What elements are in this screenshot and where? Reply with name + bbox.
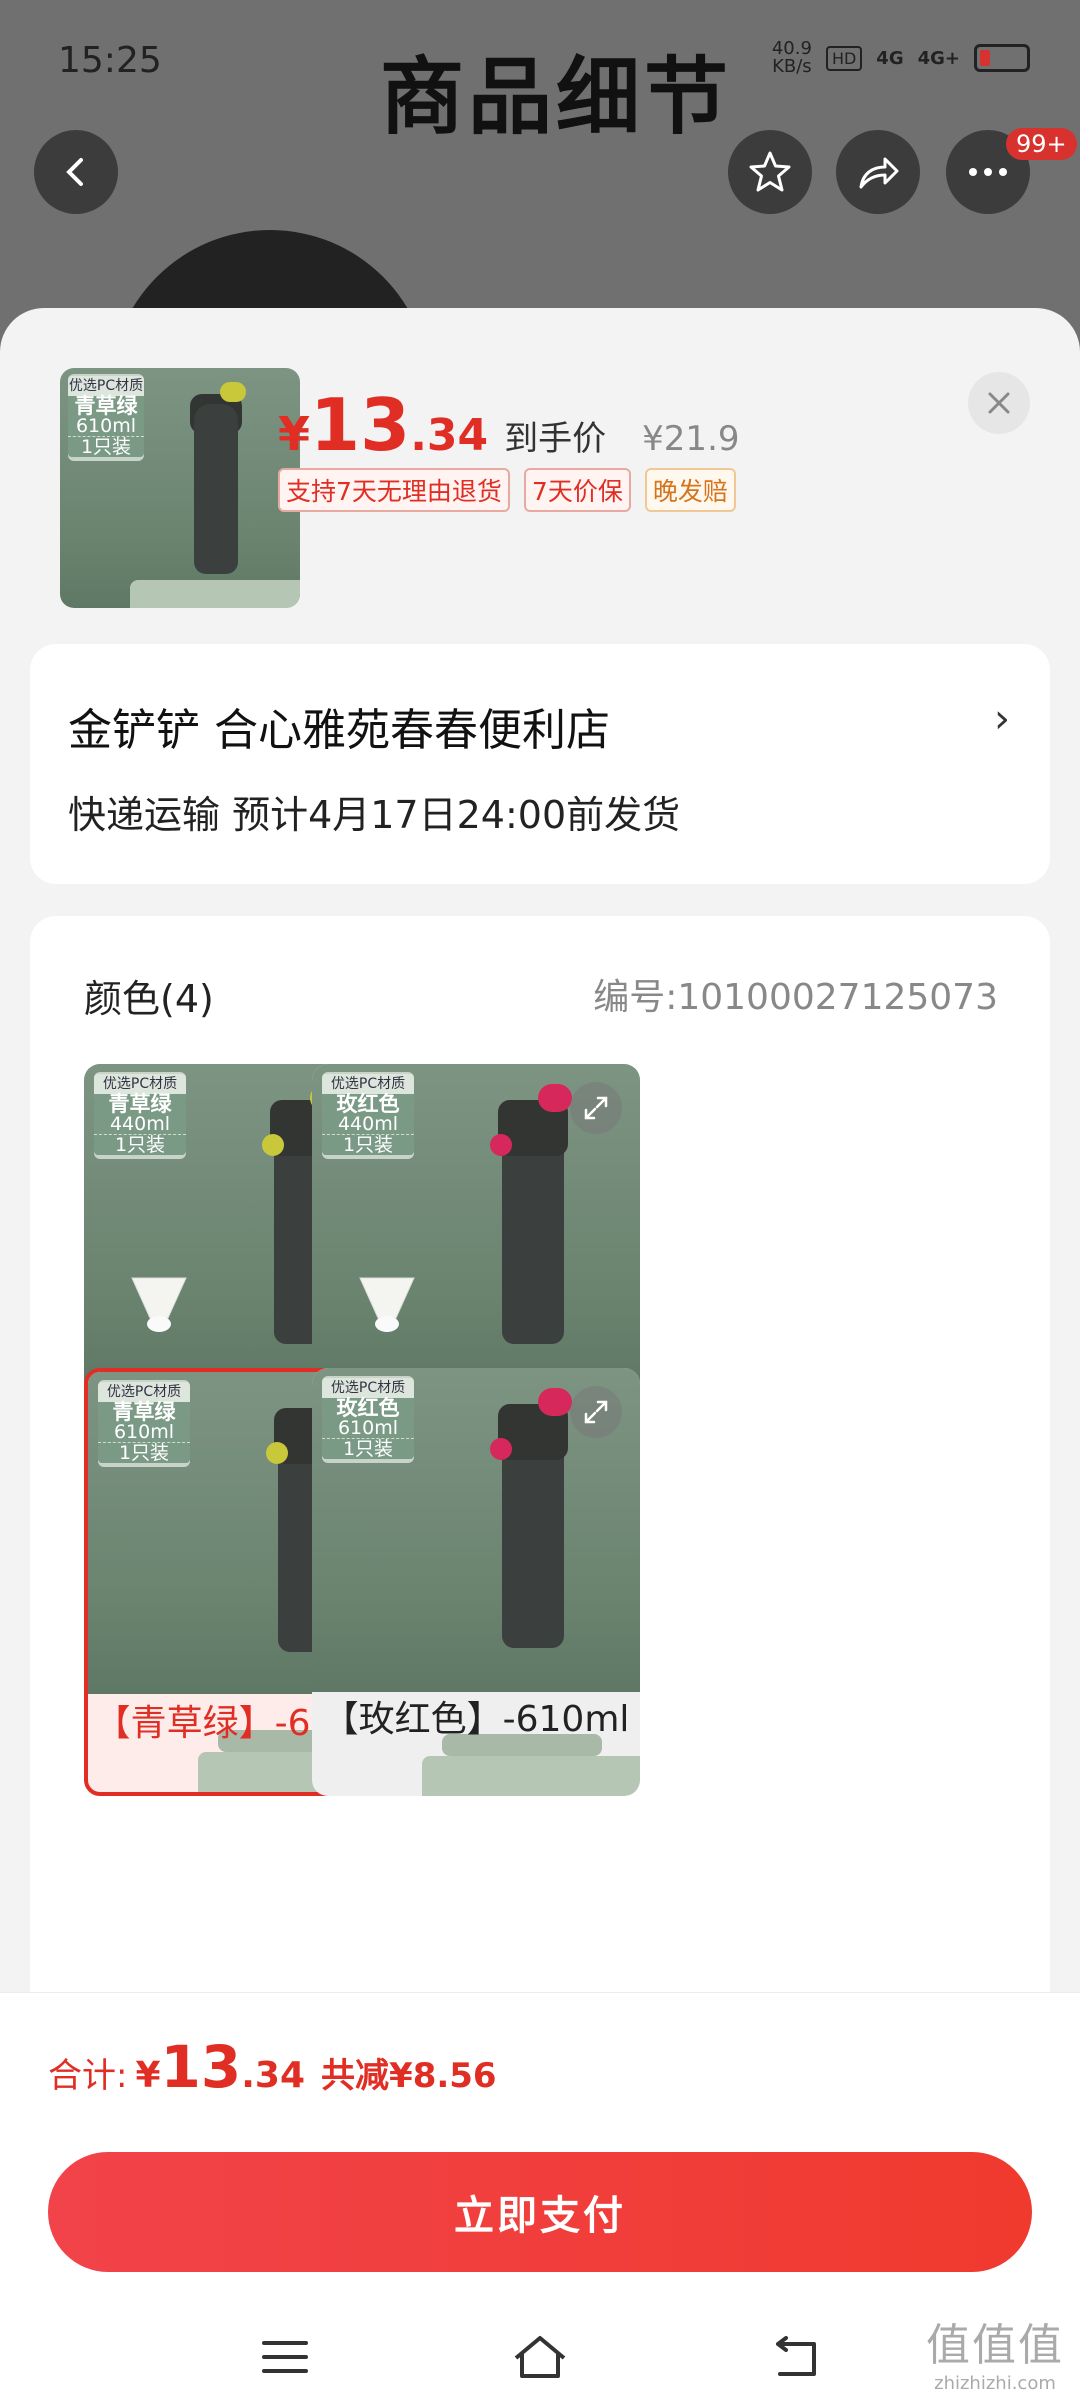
option-badge: 优选PC材质 青草绿 610ml 1只装 [98,1380,190,1467]
menu-icon[interactable] [260,2337,310,2377]
shop-name: 金铲铲 合心雅苑春春便利店 [68,705,610,756]
battery-icon [974,44,1030,72]
option-badge: 优选PC材质 玫红色 440ml 1只装 [322,1072,414,1159]
price-label: 到手价 [504,419,607,459]
option-label: 【玫红色】-610ml [322,1699,630,1740]
home-icon[interactable] [510,2332,570,2382]
system-nav-bar [0,2312,1080,2400]
bottle-cap-icon [220,382,246,402]
signal-4g-icon: 4G [876,47,904,69]
chevron-left-icon [66,158,83,186]
bottle-image [194,404,238,574]
bottle-button-icon [490,1134,512,1156]
pay-area: 立即支付 值值值 zhizhizhi.com [0,2122,1080,2400]
chevron-right-icon: › [994,696,1010,742]
share-button[interactable] [836,130,920,214]
watermark: 值值值 zhizhizhi.com [926,2320,1064,2394]
price: ¥ 13 .34 到手价 ¥21.9 [278,383,740,467]
color-option-4[interactable]: 优选PC材质 玫红色 610ml 1只装【玫红色】-610ml [312,1368,640,1796]
expand-icon[interactable] [570,1082,622,1134]
favorite-button[interactable] [728,130,812,214]
delivery-info: 快递运输 预计4月17日24:00前发货 [68,793,681,837]
close-button[interactable] [968,372,1030,434]
notification-badge: 99+ [1006,128,1077,160]
background-page: 15:25 商品细节 40.9 KB/s HD 4G 4G+ 99+ [0,0,1080,390]
service-tags: 支持7天无理由退货 7天价保 晚发赔 [278,468,736,512]
bottle-cap-icon [538,1084,572,1112]
shop-card[interactable]: 金铲铲 合心雅苑春春便利店 › 快递运输 预计4月17日24:00前发货 [30,644,1050,884]
tag-late-compensation: 晚发赔 [644,468,736,512]
signal-4gplus-icon: 4G+ [917,47,960,69]
thumb-badge: 优选PC材质 青草绿 610ml 1只装 [68,374,144,461]
pay-now-button[interactable]: 立即支付 [48,2152,1032,2272]
tag-return: 支持7天无理由退货 [278,468,510,512]
status-indicators: 40.9 KB/s HD 4G 4G+ [772,40,1030,76]
more-dots-icon [969,168,1007,176]
bottle-button-icon [262,1134,284,1156]
back-button[interactable] [34,130,118,214]
total-bar: 合计: ¥ 13 .34 共减¥8.56 [0,1992,1080,2122]
share-icon [859,157,899,189]
expand-icon[interactable] [570,1386,622,1438]
savings: 共减¥8.56 [321,2056,497,2096]
page-title: 商品细节 [380,48,733,146]
sku-number: 编号:10100027125073 [593,977,998,1018]
product-thumbnail: 优选PC材质 青草绿 610ml 1只装 [60,368,300,608]
total-price: 合计: ¥ 13 .34 共减¥8.56 [48,2033,497,2101]
sku-selector-sheet: 优选PC材质 青草绿 610ml 1只装 ¥ 13 .34 到手价 ¥21.9 … [0,308,1080,2400]
bottle-cap-icon [538,1388,572,1416]
option-badge: 优选PC材质 青草绿 440ml 1只装 [94,1072,186,1159]
net-speed: 40.9 KB/s [771,38,812,77]
hd-icon: HD [825,45,863,71]
bottle-button-icon [266,1442,288,1464]
bottle-button-icon [490,1438,512,1460]
shuttlecock-icon [124,1274,194,1334]
option-badge: 优选PC材质 玫红色 610ml 1只装 [322,1376,414,1463]
status-time: 15:25 [58,40,162,81]
color-title: 颜色(4) [84,977,214,1021]
star-icon [749,151,791,192]
back-nav-icon[interactable] [770,2334,820,2380]
tag-price-protect: 7天价保 [523,468,631,512]
shuttlecock-icon [352,1274,422,1334]
original-price: ¥21.9 [642,419,740,459]
close-icon [988,392,1010,414]
